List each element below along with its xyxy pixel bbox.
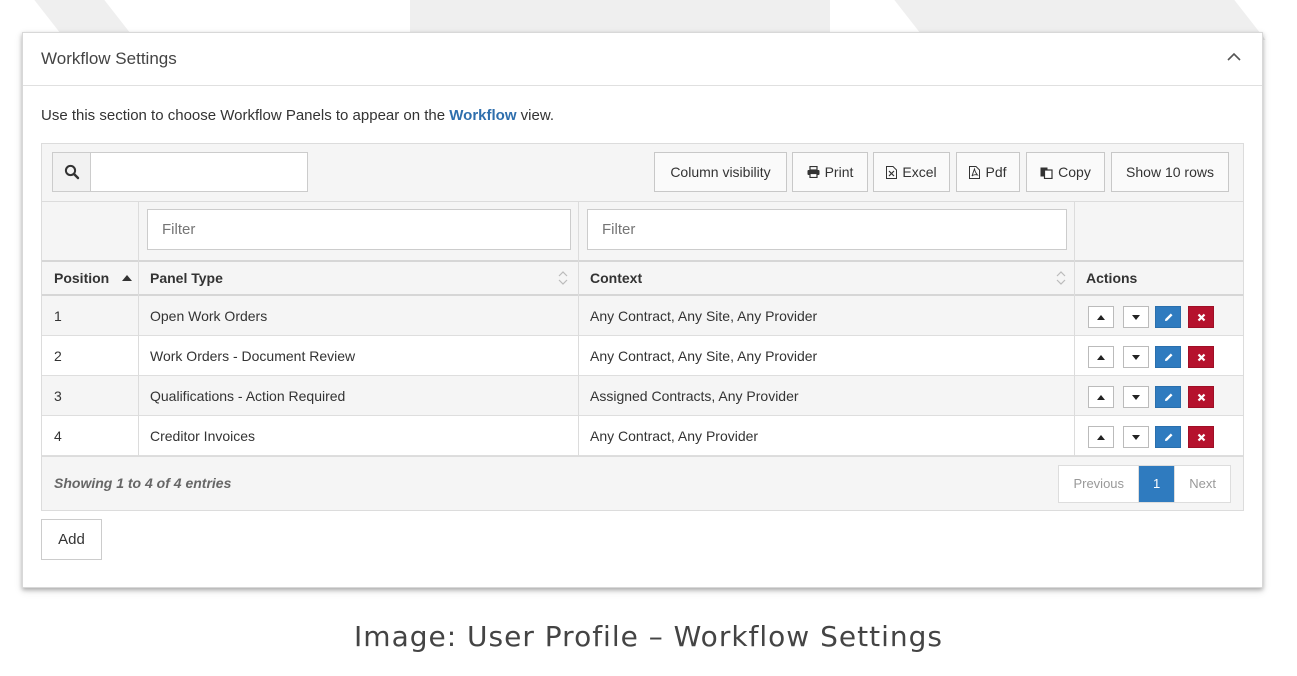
- panel-type-column-header[interactable]: Panel Type: [138, 262, 578, 294]
- pencil-icon: [1164, 433, 1172, 441]
- context-cell: Any Contract, Any Provider: [590, 428, 759, 444]
- table-row: 2 Work Orders - Document Review Any Contra…: [42, 336, 1243, 376]
- actions-column-header: Actions: [1086, 270, 1138, 286]
- column-divider: [1074, 202, 1075, 456]
- move-up-button[interactable]: [1088, 306, 1114, 328]
- workflow-link[interactable]: Workflow: [449, 107, 516, 124]
- caret-up-icon: [1097, 394, 1105, 400]
- table-row: 3 Qualifications - Action Required Assigne…: [42, 376, 1243, 416]
- move-down-button[interactable]: [1123, 306, 1149, 328]
- table-header-row: Position Panel Type Context Actions: [42, 260, 1243, 296]
- edit-button[interactable]: [1155, 306, 1181, 328]
- context-cell: Assigned Contracts, Any Provider: [590, 388, 799, 404]
- excel-button[interactable]: Excel: [873, 152, 950, 192]
- table-row: 4 Creditor Invoices Any Contract, Any Prov…: [42, 416, 1243, 456]
- entries-info: Showing 1 to 4 of 4 entries: [54, 475, 232, 491]
- edit-button[interactable]: [1155, 346, 1181, 368]
- context-column-header[interactable]: Context: [578, 262, 1074, 294]
- page-1-button[interactable]: 1: [1138, 466, 1175, 502]
- close-icon: [1197, 353, 1205, 361]
- context-cell: Any Contract, Any Site, Any Provider: [590, 348, 818, 364]
- sort-both-icon: [1056, 271, 1066, 285]
- close-icon: [1197, 313, 1205, 321]
- move-down-button[interactable]: [1123, 386, 1149, 408]
- sort-both-icon: [558, 271, 568, 285]
- pdf-file-icon: [969, 165, 981, 179]
- pagination: Previous 1 Next: [1058, 465, 1231, 503]
- caret-down-icon: [1132, 434, 1140, 440]
- caret-up-icon: [1097, 434, 1105, 440]
- position-column-header[interactable]: Position: [42, 262, 138, 294]
- caret-up-icon: [1097, 314, 1105, 320]
- panel-title: Workflow Settings: [41, 49, 177, 68]
- image-caption: Image: User Profile – Workflow Settings: [354, 620, 943, 653]
- position-cell: 2: [54, 348, 62, 364]
- panel-type-cell: Creditor Invoices: [150, 428, 256, 444]
- move-up-button[interactable]: [1088, 346, 1114, 368]
- show-rows-button[interactable]: Show 10 rows: [1111, 152, 1229, 192]
- table-toolbar: Column visibility Print Excel Pdf Copy S…: [42, 144, 1243, 202]
- caret-down-icon: [1132, 314, 1140, 320]
- caret-up-icon: [1097, 354, 1105, 360]
- delete-button[interactable]: [1188, 426, 1214, 448]
- position-cell: 1: [54, 308, 62, 324]
- panel-type-cell: Qualifications - Action Required: [150, 388, 346, 404]
- pencil-icon: [1164, 393, 1172, 401]
- search-icon: [53, 153, 91, 191]
- pencil-icon: [1164, 353, 1172, 361]
- search-group: [52, 152, 308, 192]
- sort-ascending-icon: [122, 275, 132, 281]
- excel-file-icon: [886, 165, 898, 179]
- workflow-settings-panel: Workflow Settings Use this section to ch…: [22, 32, 1263, 588]
- filter-row: [42, 202, 1243, 260]
- edit-button[interactable]: [1155, 426, 1181, 448]
- move-down-button[interactable]: [1123, 426, 1149, 448]
- column-divider: [578, 202, 579, 456]
- pencil-icon: [1164, 313, 1172, 321]
- previous-page-button[interactable]: Previous: [1059, 466, 1138, 502]
- column-visibility-button[interactable]: Column visibility: [654, 152, 787, 192]
- next-page-button[interactable]: Next: [1174, 466, 1230, 502]
- panel-header: Workflow Settings: [23, 33, 1262, 86]
- copy-icon: [1040, 167, 1053, 179]
- table-footer: Showing 1 to 4 of 4 entries Previous 1 N…: [42, 456, 1243, 510]
- move-down-button[interactable]: [1123, 346, 1149, 368]
- context-cell: Any Contract, Any Site, Any Provider: [590, 308, 818, 324]
- caret-down-icon: [1132, 354, 1140, 360]
- print-button[interactable]: Print: [792, 152, 868, 192]
- print-icon: [807, 166, 820, 178]
- panel-type-filter-input[interactable]: [147, 209, 571, 250]
- panel-type-cell: Work Orders - Document Review: [150, 348, 356, 364]
- position-cell: 4: [54, 428, 62, 444]
- intro-text: Use this section to choose Workflow Pane…: [41, 107, 555, 124]
- move-up-button[interactable]: [1088, 386, 1114, 408]
- move-up-button[interactable]: [1088, 426, 1114, 448]
- workflow-panels-table: Column visibility Print Excel Pdf Copy S…: [41, 143, 1244, 511]
- panel-type-cell: Open Work Orders: [150, 308, 268, 324]
- caret-down-icon: [1132, 394, 1140, 400]
- context-filter-input[interactable]: [587, 209, 1067, 250]
- delete-button[interactable]: [1188, 386, 1214, 408]
- close-icon: [1197, 393, 1205, 401]
- close-icon: [1197, 433, 1205, 441]
- column-divider: [138, 202, 139, 456]
- copy-button[interactable]: Copy: [1026, 152, 1105, 192]
- delete-button[interactable]: [1188, 346, 1214, 368]
- add-button[interactable]: Add: [41, 519, 102, 560]
- delete-button[interactable]: [1188, 306, 1214, 328]
- edit-button[interactable]: [1155, 386, 1181, 408]
- position-cell: 3: [54, 388, 62, 404]
- pdf-button[interactable]: Pdf: [956, 152, 1020, 192]
- search-input[interactable]: [91, 153, 307, 191]
- collapse-chevron-up-icon[interactable]: [1224, 47, 1244, 67]
- table-row: 1 Open Work Orders Any Contract, Any Site,…: [42, 296, 1243, 336]
